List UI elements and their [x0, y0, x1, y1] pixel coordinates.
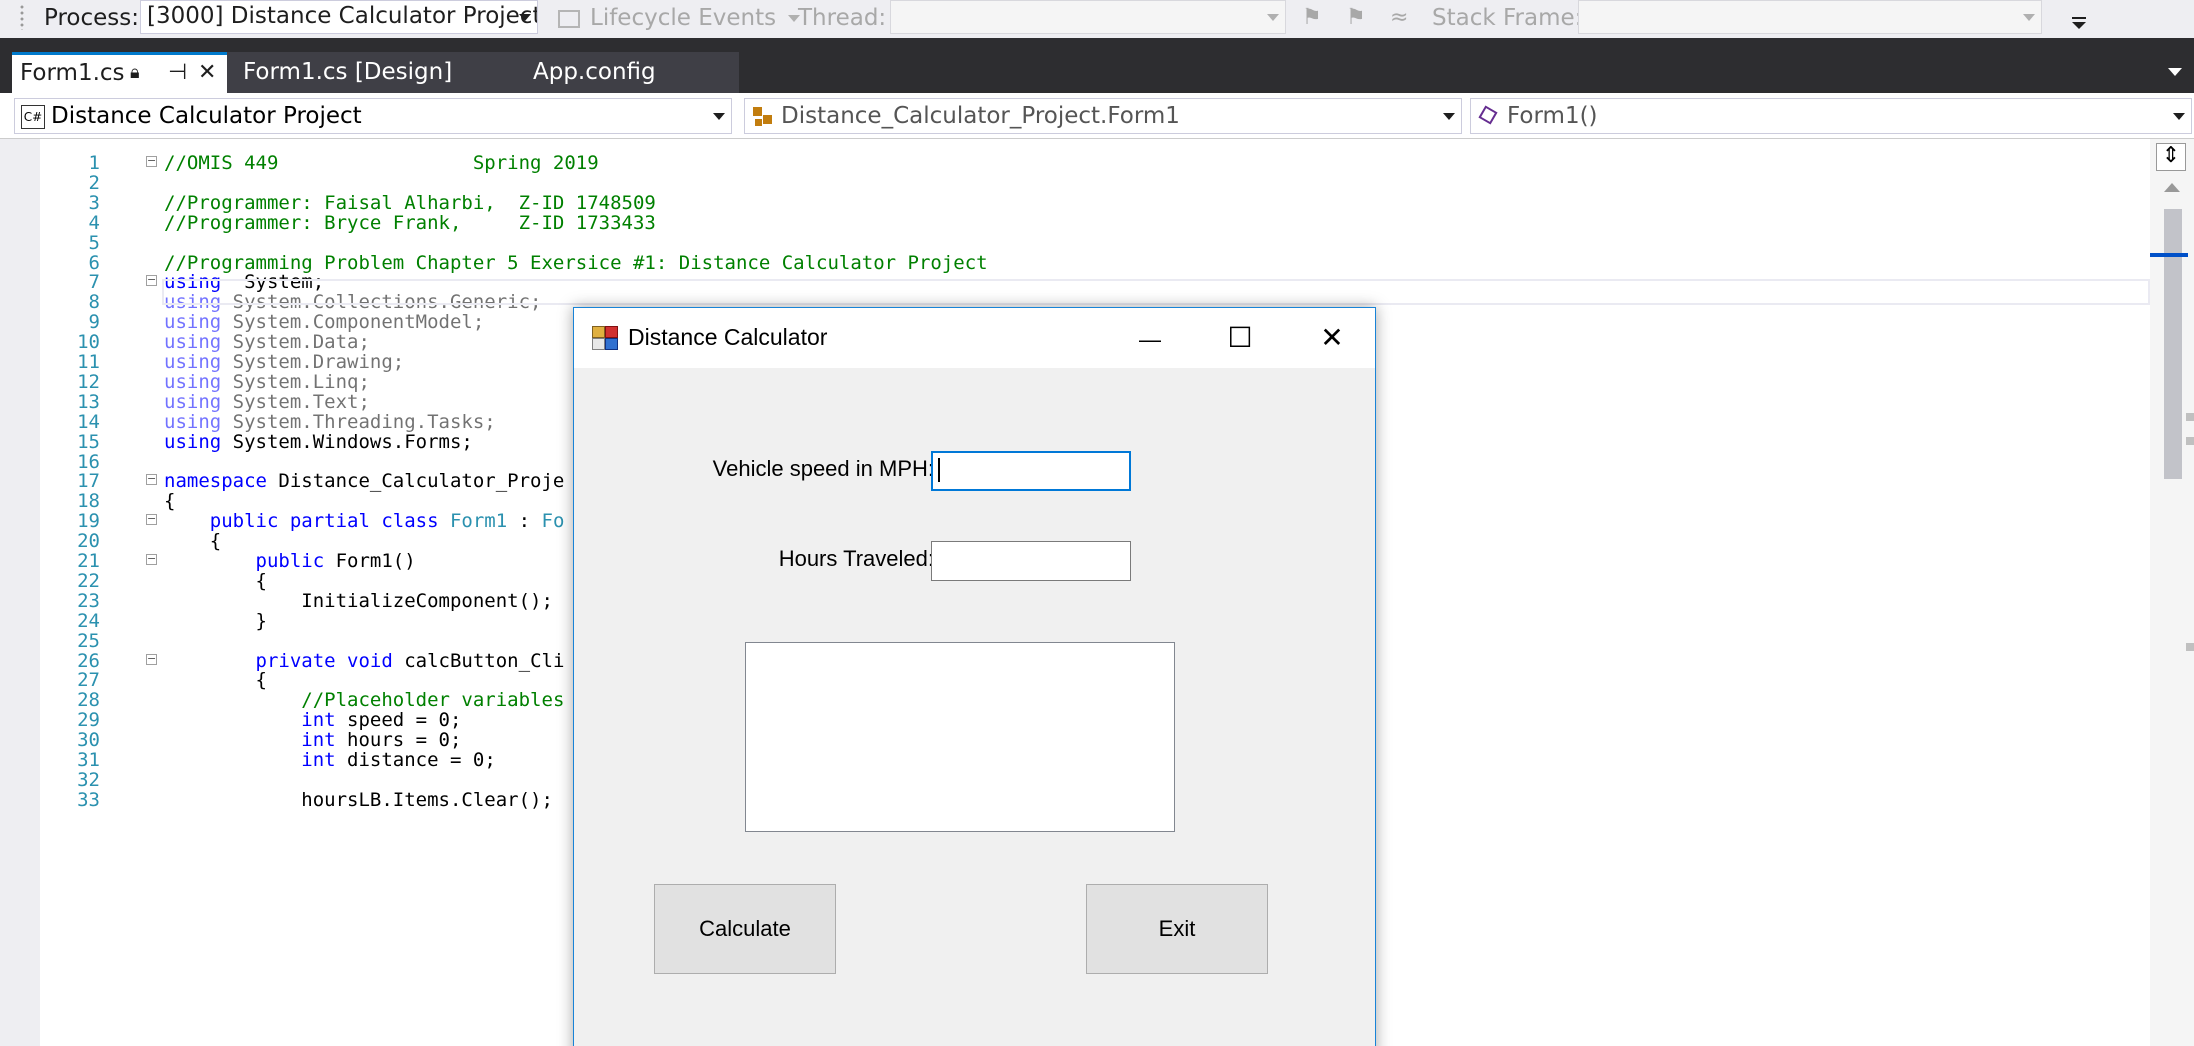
window-titlebar[interactable]: Distance Calculator — ☐ ✕	[574, 308, 1375, 368]
thread-label: Thread:	[798, 5, 887, 31]
hours-label: Hours Traveled:	[778, 546, 934, 571]
process-dropdown[interactable]: [3000] Distance Calculator Project.	[140, 0, 538, 34]
collapse-icon[interactable]: −	[146, 155, 157, 167]
lifecycle-events-button[interactable]: Lifecycle Events	[558, 3, 801, 33]
process-label: Process:	[44, 5, 139, 31]
lifecycle-label: Lifecycle Events	[590, 5, 777, 31]
method-icon	[1477, 104, 1501, 129]
scroll-marker	[2186, 643, 2194, 651]
collapse-icon[interactable]: −	[146, 513, 157, 526]
calculate-button[interactable]: Calculate	[654, 884, 836, 974]
chevron-down-icon	[1267, 14, 1279, 21]
process-value: [3000] Distance Calculator Project.	[147, 3, 538, 29]
visual-studio-window: Process: [3000] Distance Calculator Proj…	[0, 0, 2194, 1046]
lifecycle-icon	[558, 9, 580, 28]
toolbar-grip[interactable]	[19, 4, 25, 30]
exit-button[interactable]: Exit	[1086, 884, 1268, 974]
member-dropdown[interactable]: Form1()	[1470, 98, 2192, 134]
csharp-project-icon: C#	[21, 104, 45, 129]
chevron-down-icon	[2023, 14, 2035, 21]
text-caret	[938, 458, 940, 482]
hours-input[interactable]	[931, 541, 1131, 581]
flag-threads-icon[interactable]: ⚑	[1302, 3, 1322, 33]
tab-label: Form1.cs [Design]	[243, 59, 453, 85]
tab-app-config[interactable]: App.config	[507, 52, 739, 93]
distance-listbox[interactable]	[745, 642, 1175, 832]
close-button[interactable]: ✕	[1288, 316, 1376, 360]
member-name: Form1()	[1507, 103, 1598, 129]
class-name: Distance_Calculator_Project.Form1	[781, 103, 1180, 129]
minimize-button[interactable]: —	[1106, 316, 1194, 360]
chevron-down-icon	[1443, 113, 1455, 120]
code-text: hoursLB.Items.Clear();	[164, 786, 553, 814]
project-name: Distance Calculator Project	[51, 103, 362, 129]
tab-form1-cs[interactable]: Form1.cs 🔒︎ ⊣ ✕	[12, 52, 227, 93]
tab-label: App.config	[533, 59, 656, 85]
chevron-down-icon	[2173, 113, 2185, 120]
speed-label: Vehicle speed in MPH:	[712, 456, 934, 481]
maximize-button[interactable]: ☐	[1196, 316, 1284, 360]
caret-position-marker	[2150, 253, 2188, 257]
collapse-icon[interactable]: −	[146, 653, 157, 665]
window-title: Distance Calculator	[628, 324, 828, 350]
code-token: hoursLB.Items.Clear();	[164, 788, 553, 811]
tab-form1-design[interactable]: Form1.cs [Design]	[227, 52, 507, 93]
debug-location-toolbar: Process: [3000] Distance Calculator Proj…	[0, 0, 2194, 38]
stack-frame-dropdown[interactable]	[1578, 0, 2042, 34]
app-icon	[592, 326, 618, 350]
collapse-icon[interactable]: −	[146, 553, 157, 565]
filter-threads-icon[interactable]: ⚑	[1346, 3, 1366, 33]
read-only-icon: 🔒︎	[130, 62, 140, 83]
scroll-up-arrow-icon[interactable]	[2164, 183, 2180, 192]
line-number: 33	[77, 788, 100, 811]
project-dropdown[interactable]: C# Distance Calculator Project	[14, 98, 732, 134]
current-line-highlight	[162, 279, 2150, 305]
distance-calculator-window: Distance Calculator — ☐ ✕ Vehicle speed …	[573, 307, 1376, 1046]
collapse-icon[interactable]: −	[146, 473, 157, 486]
chevron-down-icon	[519, 14, 531, 21]
collapse-icon[interactable]: −	[146, 274, 157, 287]
scroll-marker	[2186, 437, 2194, 445]
stack-frame-label: Stack Frame:	[1432, 5, 1583, 31]
tab-list-dropdown-icon[interactable]	[2168, 68, 2182, 76]
chevron-down-icon	[713, 113, 725, 120]
thread-dropdown[interactable]	[890, 0, 1286, 34]
close-icon: ✕	[1320, 322, 1344, 353]
close-icon[interactable]: ✕	[198, 55, 216, 91]
tab-label: Form1.cs	[20, 60, 125, 86]
navigation-bar: C# Distance Calculator Project Distance_C…	[0, 93, 2194, 139]
show-threads-in-source-icon[interactable]: ≈	[1390, 3, 1408, 33]
split-window-icon[interactable]: ⇕	[2156, 143, 2186, 171]
toolbar-overflow-icon[interactable]	[2072, 14, 2086, 30]
pin-icon[interactable]: ⊣	[168, 55, 187, 91]
scrollbar-thumb[interactable]	[2164, 209, 2182, 479]
class-icon	[751, 105, 775, 129]
document-tab-strip: Form1.cs 🔒︎ ⊣ ✕ Form1.cs [Design] App.co…	[0, 38, 2194, 93]
speed-input[interactable]	[931, 451, 1131, 491]
maximize-icon: ☐	[1227, 322, 1253, 353]
scroll-marker	[2186, 413, 2194, 421]
minimize-icon: —	[1139, 327, 1161, 352]
editor-vertical-scrollbar[interactable]: ⇕	[2150, 139, 2194, 1046]
class-dropdown[interactable]: Distance_Calculator_Project.Form1	[744, 98, 1462, 134]
